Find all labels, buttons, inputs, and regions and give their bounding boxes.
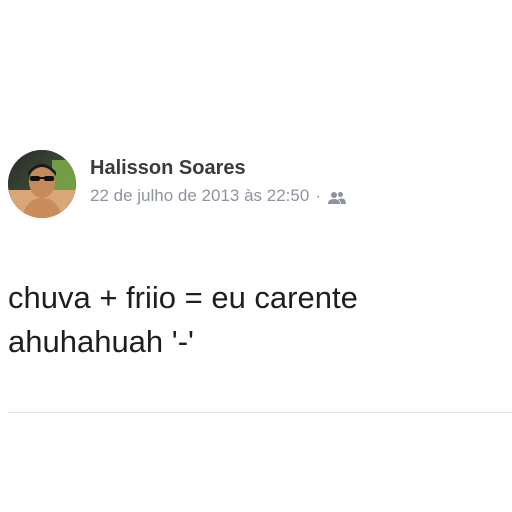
divider — [8, 412, 512, 413]
post-meta: Halisson Soares 22 de julho de 2013 às 2… — [90, 155, 347, 207]
post-timestamp[interactable]: 22 de julho de 2013 às 22:50 — [90, 185, 309, 207]
post-subline: 22 de julho de 2013 às 22:50 · — [90, 185, 347, 207]
post-header: Halisson Soares 22 de julho de 2013 às 2… — [8, 150, 347, 218]
separator-dot: · — [315, 186, 321, 205]
avatar-photo — [8, 150, 76, 218]
post-body-text: chuva + friio = eu carente ahuhahuah '-' — [8, 280, 358, 359]
author-name[interactable]: Halisson Soares — [90, 155, 347, 181]
facebook-post: Halisson Soares 22 de julho de 2013 às 2… — [0, 0, 512, 512]
friends-icon[interactable] — [327, 189, 347, 204]
avatar[interactable] — [8, 150, 76, 218]
